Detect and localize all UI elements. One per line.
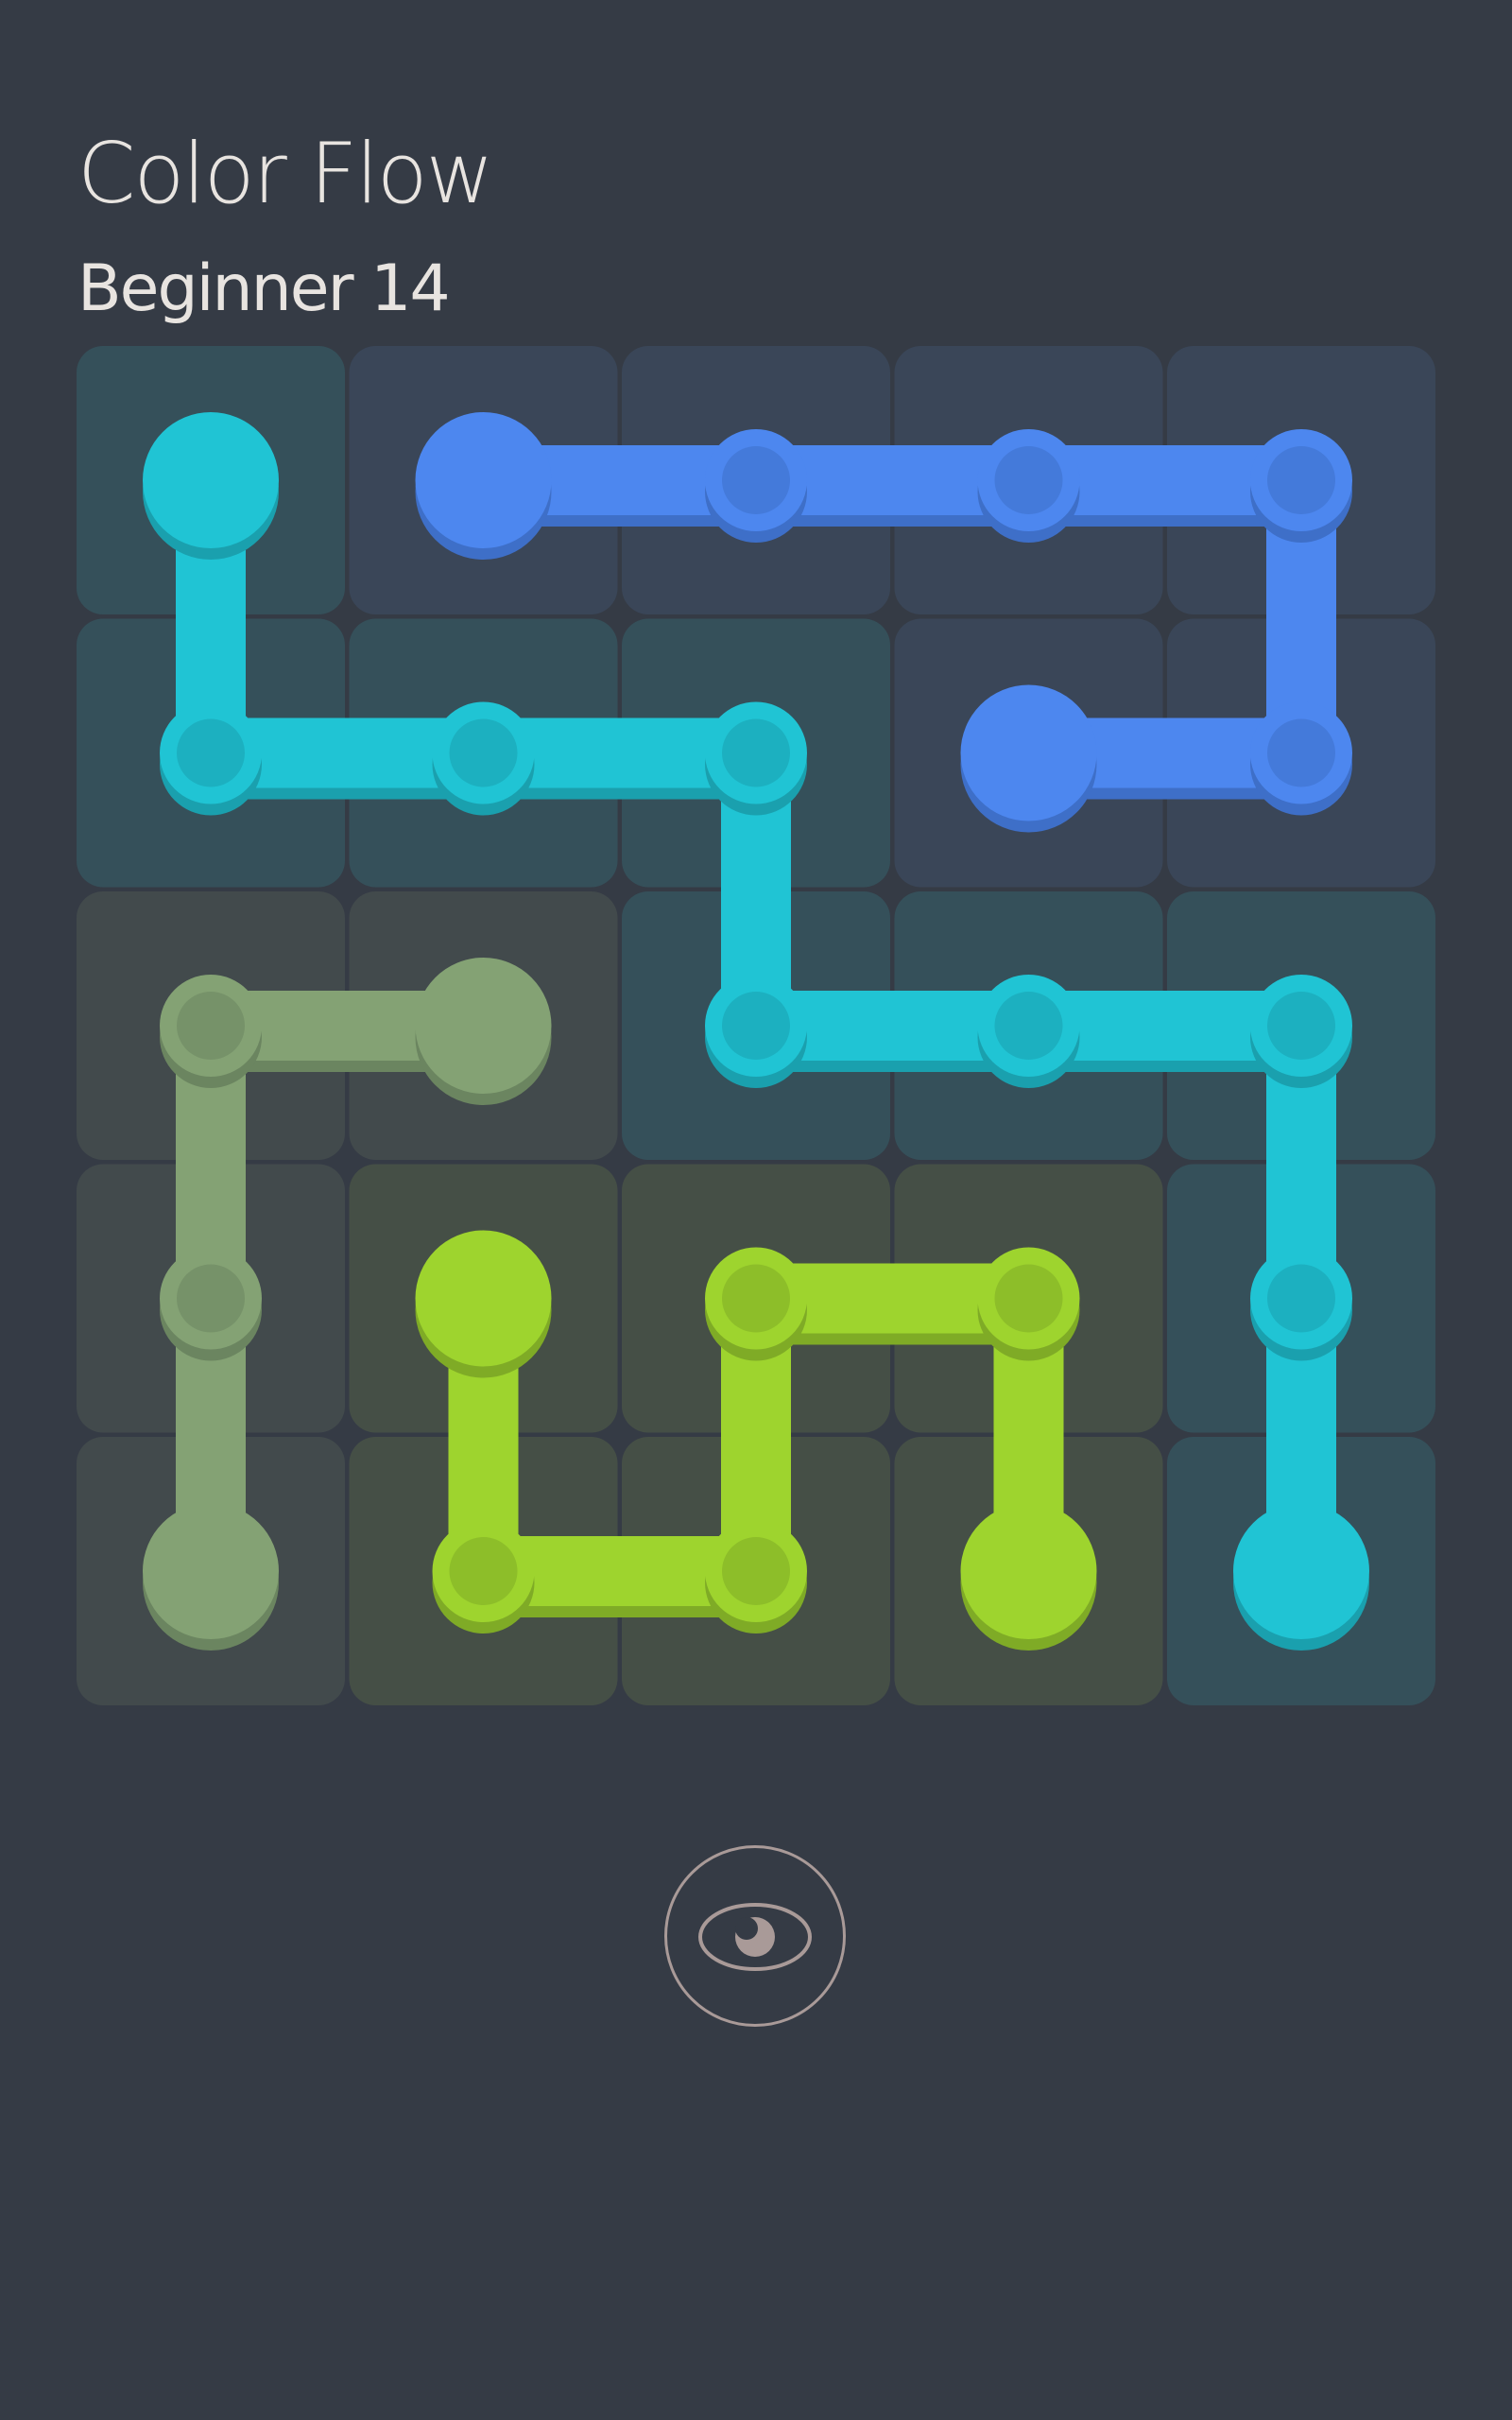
joint-dot [177, 1264, 245, 1333]
joint-dot [722, 1537, 790, 1605]
flow-endpoint[interactable] [960, 1503, 1097, 1639]
eye-icon [698, 1903, 812, 1971]
flow-endpoint[interactable] [415, 958, 552, 1094]
joint-dot [1267, 992, 1335, 1060]
hint-button[interactable] [664, 1845, 846, 2027]
joint-dot [1267, 446, 1335, 514]
joint-dot [177, 992, 245, 1060]
flow-endpoint[interactable] [415, 1230, 552, 1367]
flow-endpoint[interactable] [143, 1503, 279, 1639]
joint-dot [449, 718, 518, 787]
joint-dot [994, 992, 1063, 1060]
flow-endpoint[interactable] [415, 412, 552, 548]
flow-endpoint[interactable] [960, 684, 1097, 821]
joint-dot [722, 718, 790, 787]
flow-lime [415, 1230, 1097, 1651]
puzzle-board[interactable] [0, 0, 1512, 1720]
joint-dot [449, 1537, 518, 1605]
joint-dot [722, 992, 790, 1060]
flow-endpoint[interactable] [1233, 1503, 1369, 1639]
joint-dot [177, 718, 245, 787]
joint-dot [1267, 1264, 1335, 1333]
joint-dot [994, 1264, 1063, 1333]
joint-dot [994, 446, 1063, 514]
joint-dot [1267, 718, 1335, 787]
joint-dot [722, 446, 790, 514]
joint-dot [722, 1264, 790, 1333]
flow-endpoint[interactable] [143, 412, 279, 548]
